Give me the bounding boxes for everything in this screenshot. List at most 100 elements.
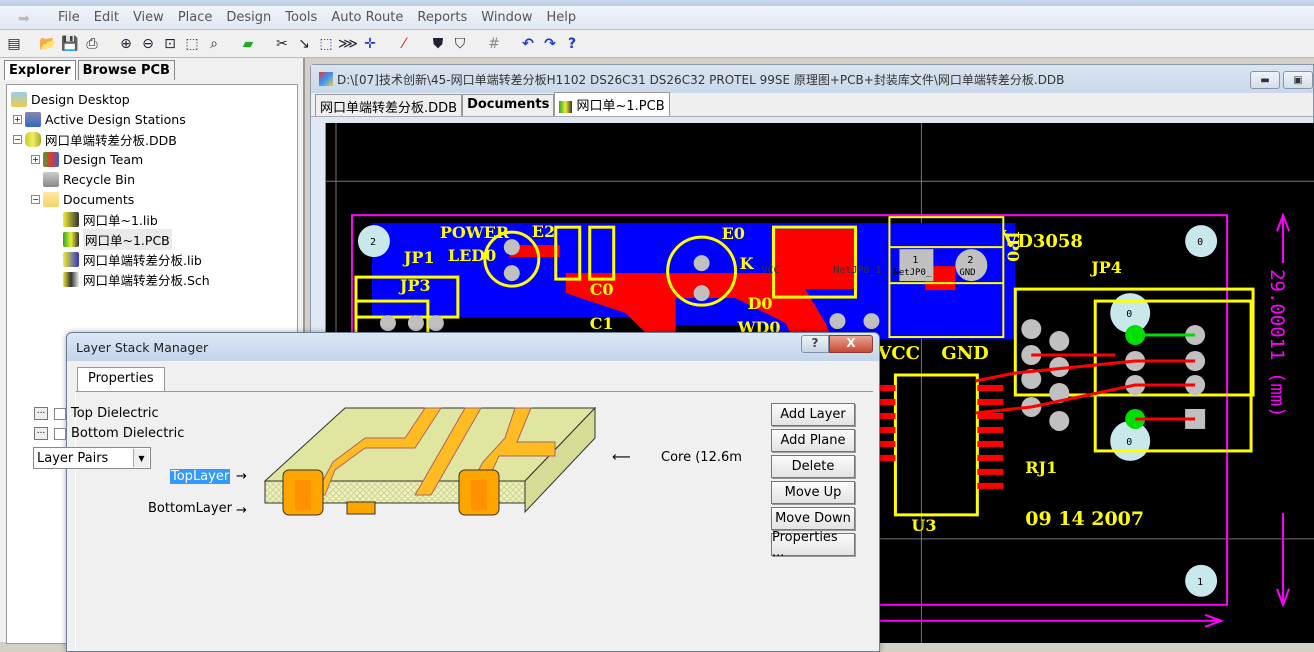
wand-icon[interactable]: ⁄ [394, 34, 414, 54]
label-rj1: RJ1 [1025, 458, 1057, 477]
pad-net: NetJP0_ [893, 268, 931, 278]
design-manager-icon[interactable]: ▤ [4, 34, 24, 54]
tab-properties[interactable]: Properties [77, 367, 165, 391]
u3-pads [869, 384, 1004, 489]
move-down-button[interactable]: Move Down [771, 507, 855, 530]
top-dielectric-properties-button[interactable]: ... [34, 407, 48, 420]
label-date: 09 14 2007 [1025, 508, 1144, 530]
pad [427, 315, 444, 332]
top-trace [645, 273, 736, 299]
u3-outline [893, 373, 979, 517]
recycle-bin-icon [43, 171, 59, 187]
tree-item-sch[interactable]: 网口单端转差分板.Sch [7, 269, 297, 289]
label-power: POWER [440, 223, 510, 242]
tree-item-ddb[interactable]: − 网口单端转差分板.DDB [7, 129, 297, 149]
tab-browse-pcb[interactable]: Browse PCB [77, 60, 175, 80]
menu-help[interactable]: Help [547, 10, 577, 25]
cut-icon[interactable]: ✂ [272, 34, 292, 54]
database-icon [25, 131, 41, 147]
menu-reports[interactable]: Reports [417, 10, 467, 25]
help-icon[interactable]: ? [562, 34, 582, 54]
core-label[interactable]: Core (12.6m [661, 450, 742, 465]
collapse-icon[interactable]: − [13, 134, 22, 144]
pad [407, 315, 424, 332]
tree-item-recycle-bin[interactable]: Recycle Bin [7, 169, 297, 189]
zoom-fit-icon[interactable]: ⊡ [160, 34, 180, 54]
properties-button[interactable]: Properties ... [771, 530, 855, 560]
close-button[interactable]: X [829, 335, 873, 353]
delete-button[interactable]: Delete [771, 455, 855, 478]
lib-icon [63, 251, 79, 267]
menu-auto-route[interactable]: Auto Route [331, 10, 403, 25]
tree-item-design-team[interactable]: + Design Team [7, 149, 297, 169]
top-dielectric-row: ... Top Dielectric [34, 406, 159, 421]
tree-item-pcb[interactable]: 网口单~1.PCB [7, 228, 297, 250]
redo-icon[interactable]: ↷ [540, 34, 560, 54]
undo-icon[interactable]: ↶ [518, 34, 538, 54]
expand-icon[interactable]: + [31, 154, 40, 164]
arrow-icon: ⟵ [612, 450, 631, 465]
help-button[interactable]: ? [801, 335, 829, 353]
tree-item-active-design-stations[interactable]: + Active Design Stations [7, 109, 297, 129]
bottom-dielectric-checkbox[interactable] [54, 427, 66, 440]
team-icon [43, 151, 59, 167]
layer-pairs-dropdown[interactable]: Layer Pairs ▼ [33, 447, 151, 469]
back-arrow-icon[interactable]: ➡ [18, 11, 44, 27]
add-layer-button[interactable]: Add Layer [771, 403, 855, 426]
tab-pcb[interactable]: 网口单~1.PCB [554, 92, 670, 116]
tree-item-documents[interactable]: − Documents [7, 189, 297, 209]
tree-item-lib-1[interactable]: 网口单~1.lib [7, 209, 297, 229]
arrow-icon: → [236, 503, 247, 518]
document-titlebar: D:\[07]技术创新\45-网口单端转差分板H1102 DS26C31 DS2… [311, 65, 1313, 93]
minimize-button[interactable]: ▬ [1250, 71, 1280, 89]
rj1-traces [975, 353, 1196, 421]
hole-label: 0 [1126, 437, 1132, 448]
arrow-icon: → [236, 469, 247, 484]
add-plane-button[interactable]: Add Plane [771, 429, 855, 452]
zoom-area-icon[interactable]: ⬚ [182, 34, 202, 54]
menu-design[interactable]: Design [226, 10, 271, 25]
tab-explorer[interactable]: Explorer [4, 60, 76, 80]
move-up-button[interactable]: Move Up [771, 481, 855, 504]
zoom-out-icon[interactable]: ⊖ [138, 34, 158, 54]
top-layer-label[interactable]: TopLayer [170, 469, 231, 484]
menu-place[interactable]: Place [178, 10, 213, 25]
label-k: K [740, 254, 755, 273]
label-jp0: JP0 [1003, 229, 1022, 262]
bottom-dielectric-properties-button[interactable]: ... [34, 427, 48, 440]
zoom-in-icon[interactable]: ⊕ [116, 34, 136, 54]
zoom-select-icon[interactable]: ⌕ [204, 34, 224, 54]
tree-item-lib-2[interactable]: 网口单端转差分板.lib [7, 249, 297, 269]
save-icon[interactable]: 💾 [60, 34, 80, 54]
hole-label: 1 [1197, 577, 1203, 588]
print-icon[interactable]: ⎙ [82, 34, 102, 54]
pad [863, 313, 880, 330]
label-jp1: JP1 [402, 248, 435, 267]
menu-edit[interactable]: Edit [94, 10, 119, 25]
label-d0: D0 [748, 294, 773, 313]
grid-icon[interactable]: # [484, 34, 504, 54]
expand-icon[interactable]: + [13, 114, 22, 124]
cross-icon[interactable]: ✛ [360, 34, 380, 54]
library-icon[interactable]: ⛉ [450, 34, 470, 54]
menu-view[interactable]: View [133, 10, 164, 25]
tree-item-design-desktop[interactable]: Design Desktop [7, 89, 297, 109]
pcb-icon [63, 231, 79, 247]
move-select-icon[interactable]: ⋙ [338, 34, 358, 54]
restore-button[interactable]: ▣ [1283, 71, 1313, 89]
3d-view-icon[interactable]: ▰ [238, 34, 258, 54]
tab-ddb[interactable]: 网口单端转差分板.DDB [315, 94, 463, 116]
dialog-title: Layer Stack Manager [67, 333, 879, 361]
bottom-layer-label[interactable]: BottomLayer [148, 501, 232, 516]
select-area-icon[interactable]: ⬚ [316, 34, 336, 54]
tab-documents[interactable]: Documents [462, 94, 555, 116]
menu-tools[interactable]: Tools [285, 10, 317, 25]
collapse-icon[interactable]: − [31, 194, 40, 204]
route-icon[interactable]: ↘ [294, 34, 314, 54]
component-icon[interactable]: ⛊ [428, 34, 448, 54]
top-dielectric-label: Top Dielectric [71, 406, 159, 421]
open-icon[interactable]: 📂 [38, 34, 58, 54]
menu-window[interactable]: Window [481, 10, 532, 25]
menu-file[interactable]: File [58, 10, 80, 25]
top-dielectric-checkbox[interactable] [54, 407, 66, 420]
